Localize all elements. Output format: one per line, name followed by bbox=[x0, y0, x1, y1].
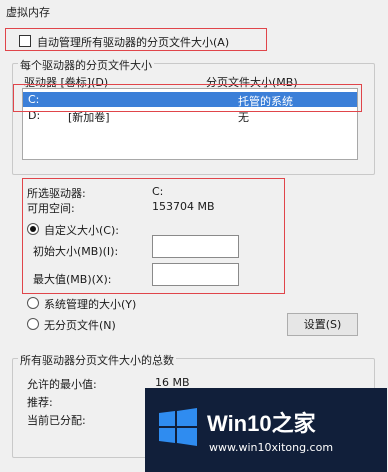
watermark-logo: Win10之家 www.win10xitong.com bbox=[145, 388, 387, 472]
totals-caption: 所有驱动器分页文件大小的总数 bbox=[18, 352, 176, 368]
selected-drive-label: 所选驱动器: bbox=[27, 187, 86, 200]
custom-size-radio[interactable] bbox=[27, 223, 39, 235]
windows-logo-icon bbox=[159, 408, 197, 446]
dialog-title: 虚拟内存 bbox=[6, 6, 50, 19]
drive-list-highlight bbox=[13, 84, 362, 112]
set-button[interactable]: 设置(S) bbox=[287, 313, 358, 336]
system-managed-label[interactable]: 系统管理的大小(Y) bbox=[44, 296, 136, 312]
min-allowed-label: 允许的最小值: bbox=[27, 378, 97, 391]
watermark-brand-suffix: 之家 bbox=[271, 411, 316, 436]
auto-manage-label[interactable]: 自动管理所有驱动器的分页文件大小(A) bbox=[37, 34, 229, 50]
no-paging-file-label[interactable]: 无分页文件(N) bbox=[44, 317, 116, 333]
free-space-label: 可用空间: bbox=[27, 202, 75, 215]
selected-drive-value: C: bbox=[152, 185, 164, 198]
free-space-value: 153704 MB bbox=[152, 200, 215, 213]
initial-size-input[interactable] bbox=[152, 235, 239, 258]
watermark-url: www.win10xitong.com bbox=[209, 441, 334, 454]
per-drive-caption: 每个驱动器的分页文件大小 bbox=[18, 57, 154, 73]
initial-size-label: 初始大小(MB)(I): bbox=[33, 245, 119, 258]
max-size-input[interactable] bbox=[152, 263, 239, 286]
watermark-brand: Win10之家 bbox=[207, 406, 316, 438]
max-size-label: 最大值(MB)(X): bbox=[33, 273, 112, 286]
system-managed-radio[interactable] bbox=[27, 297, 39, 309]
radio-selected-dot bbox=[30, 226, 36, 232]
currently-allocated-label: 当前已分配: bbox=[27, 414, 86, 427]
no-paging-file-radio[interactable] bbox=[27, 318, 39, 330]
auto-manage-checkbox[interactable] bbox=[19, 35, 31, 47]
watermark-brand-prefix: Win10 bbox=[207, 411, 272, 436]
recommended-label: 推荐: bbox=[27, 396, 53, 409]
custom-size-label[interactable]: 自定义大小(C): bbox=[44, 222, 119, 238]
